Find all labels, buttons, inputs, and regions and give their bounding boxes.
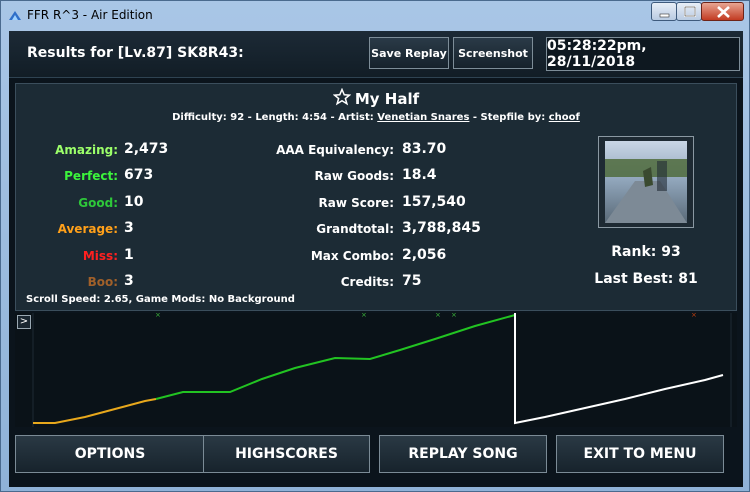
datetime-display: 05:28:22pm, 28/11/2018 bbox=[546, 37, 740, 71]
graph-average-segment bbox=[33, 398, 157, 424]
maximize-icon bbox=[684, 6, 696, 17]
artist-link[interactable]: Venetian Snares bbox=[377, 112, 469, 123]
avatar-image bbox=[605, 141, 687, 223]
minimize-icon bbox=[659, 13, 670, 18]
judgement-value: 3 bbox=[124, 220, 134, 236]
close-icon bbox=[717, 6, 730, 18]
score-graph: × × × × × bbox=[15, 313, 737, 427]
graph-score-line bbox=[155, 314, 516, 400]
graph-combo-line bbox=[514, 313, 724, 425]
last-best-value: 81 bbox=[678, 271, 698, 287]
options-button[interactable]: OPTIONS bbox=[15, 435, 205, 473]
exit-to-menu-button[interactable]: EXIT TO MENU bbox=[556, 435, 724, 473]
maximize-button[interactable] bbox=[676, 2, 702, 21]
song-length: 4:54 bbox=[302, 112, 328, 123]
results-title: Results for [Lv.87] SK8R43: bbox=[27, 45, 244, 61]
title-bar[interactable]: FFR R^3 - Air Edition bbox=[1, 1, 749, 31]
svg-text:×: × bbox=[451, 313, 457, 319]
judgement-label: Perfect: bbox=[64, 169, 118, 183]
window-title: FFR R^3 - Air Edition bbox=[27, 8, 153, 22]
bottom-button-bar: OPTIONS HIGHSCORES REPLAY SONG EXIT TO M… bbox=[9, 427, 743, 487]
song-title: My Half bbox=[354, 90, 420, 108]
replay-song-button[interactable]: REPLAY SONG bbox=[379, 435, 547, 473]
app-icon bbox=[9, 11, 21, 20]
song-info: Difficulty: 92 - Length: 4:54 - Artist: … bbox=[172, 112, 580, 123]
results-header: Results for [Lv.87] SK8R43: Save Replay … bbox=[9, 31, 743, 78]
results-panel: My Half Difficulty: 92 - Length: 4:54 - … bbox=[15, 83, 737, 311]
judgement-label: Amazing: bbox=[55, 143, 118, 157]
score-graph-svg: × × × × × bbox=[32, 313, 732, 427]
graph-markers: × × × × × bbox=[155, 313, 697, 319]
judgement-value: 1 bbox=[124, 247, 134, 263]
song-title-row: My Half bbox=[16, 88, 736, 108]
svg-text:×: × bbox=[155, 313, 161, 319]
svg-text:×: × bbox=[691, 313, 697, 319]
judgement-value: 2,473 bbox=[124, 141, 169, 157]
graph-expand-button[interactable]: > bbox=[17, 315, 31, 329]
highscores-button[interactable]: HIGHSCORES bbox=[203, 435, 370, 473]
rank-value: 93 bbox=[661, 244, 681, 260]
save-replay-button[interactable]: Save Replay bbox=[369, 37, 449, 69]
favorite-star-icon[interactable] bbox=[332, 88, 351, 106]
stepfile-author-link[interactable]: choof bbox=[549, 112, 580, 123]
judgement-label: Good: bbox=[78, 196, 118, 210]
judgement-value: 10 bbox=[124, 194, 144, 210]
judgement-value: 673 bbox=[124, 167, 154, 183]
judgement-label: Miss: bbox=[82, 249, 118, 263]
avatar-frame bbox=[598, 136, 694, 228]
rank-display: Rank: 93 bbox=[611, 244, 681, 260]
judgement-value: 3 bbox=[124, 273, 134, 289]
screenshot-button[interactable]: Screenshot bbox=[453, 37, 533, 69]
judgement-label: Average: bbox=[57, 222, 118, 236]
scroll-speed-info: Scroll Speed: 2.65, Game Mods: No Backgr… bbox=[26, 294, 295, 305]
judgement-label: Boo: bbox=[87, 275, 118, 289]
last-best-display: Last Best: 81 bbox=[594, 271, 698, 287]
game-client: Results for [Lv.87] SK8R43: Save Replay … bbox=[9, 31, 743, 487]
svg-text:×: × bbox=[361, 313, 367, 319]
song-difficulty: 92 bbox=[230, 112, 245, 123]
close-button[interactable] bbox=[701, 2, 744, 21]
avatar bbox=[605, 141, 687, 223]
minimize-button[interactable] bbox=[651, 2, 677, 21]
svg-text:×: × bbox=[435, 313, 441, 319]
app-window: FFR R^3 - Air Edition Results for [Lv.87… bbox=[0, 0, 750, 492]
